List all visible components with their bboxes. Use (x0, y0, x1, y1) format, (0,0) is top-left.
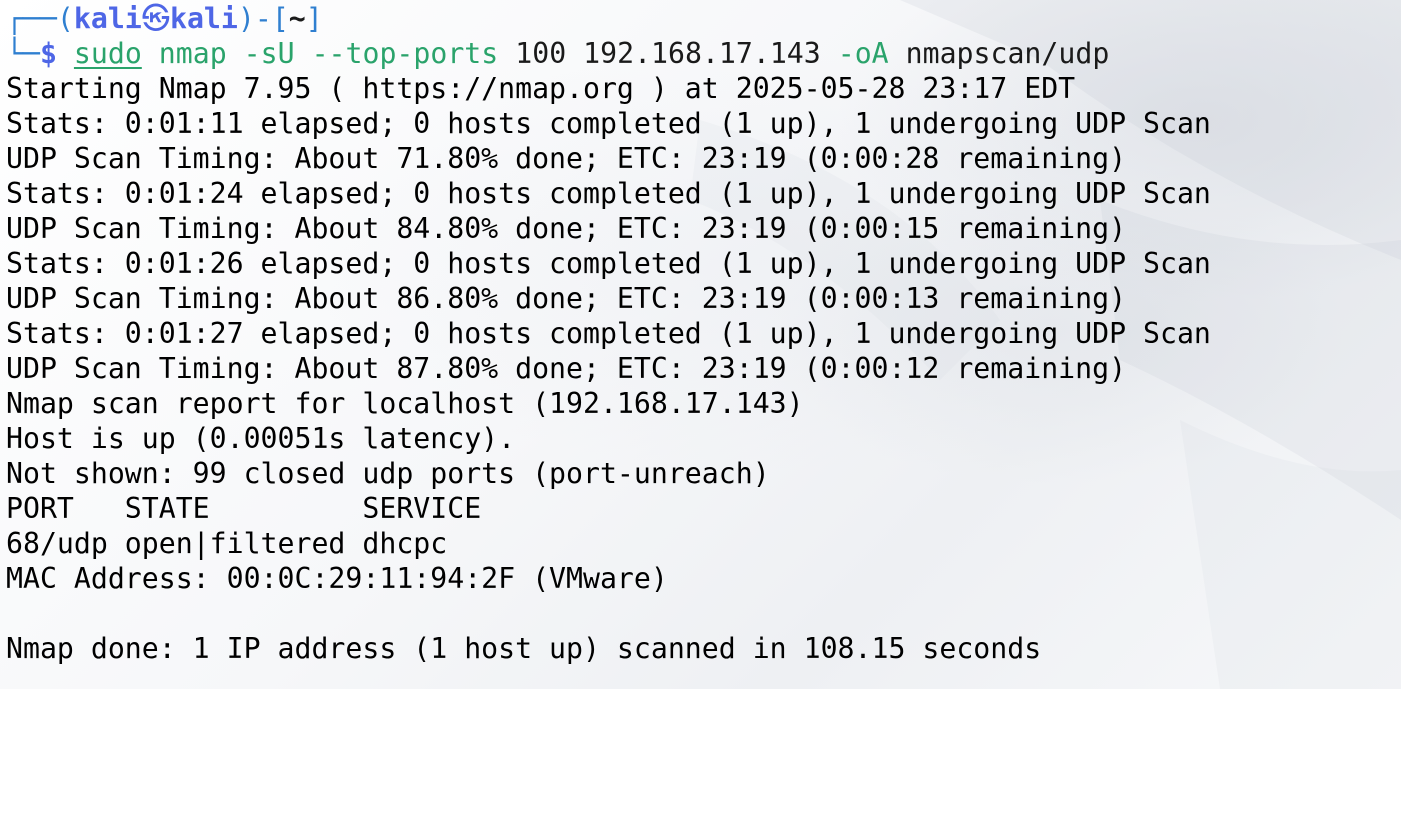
output-line: Nmap scan report for localhost (192.168.… (6, 387, 804, 420)
output-line: Not shown: 99 closed udp ports (port-unr… (6, 457, 770, 490)
output-line: Stats: 0:01:24 elapsed; 0 hosts complete… (6, 177, 1211, 210)
cmd-arg-count: 100 (515, 37, 567, 70)
output-line: Stats: 0:01:26 elapsed; 0 hosts complete… (6, 247, 1211, 280)
prompt-line-command[interactable]: └─$ sudo nmap -sU --top-ports 100 192.16… (6, 36, 1109, 71)
output-line: Stats: 0:01:11 elapsed; 0 hosts complete… (6, 107, 1211, 140)
output-line: UDP Scan Timing: About 87.80% done; ETC:… (6, 352, 1127, 385)
cmd-sudo: sudo (73, 37, 142, 70)
terminal-output: ┌──(kali㉿kali)-[~] └─$ sudo nmap -sU --t… (0, 0, 1401, 840)
output-line: UDP Scan Timing: About 86.80% done; ETC:… (6, 282, 1127, 315)
prompt-close-bracket: )-[ (237, 2, 289, 35)
output-line: Stats: 0:01:27 elapsed; 0 hosts complete… (6, 317, 1211, 350)
cmd-nmap: nmap (158, 37, 227, 70)
output-line: Starting Nmap 7.95 ( https://nmap.org ) … (6, 72, 1076, 105)
cmd-arg-out: nmapscan/udp (905, 37, 1110, 70)
prompt-corner-bottom: └─ (6, 37, 40, 70)
prompt-dir: ~ (288, 2, 306, 35)
output-line: MAC Address: 00:0C:29:11:94:2F (VMware) (6, 562, 668, 595)
table-row: 68/udp open|filtered dhcpc (6, 527, 448, 560)
skull-icon: ㉿ (141, 2, 170, 35)
output-line: Nmap done: 1 IP address (1 host up) scan… (6, 632, 1042, 665)
prompt-dollar: $ (39, 37, 57, 70)
cmd-flag-oa: -oA (837, 37, 889, 70)
prompt-corner-top: ┌──( (6, 2, 74, 35)
cmd-flag-su: -sU (243, 37, 295, 70)
output-line: UDP Scan Timing: About 84.80% done; ETC:… (6, 212, 1127, 245)
prompt-line-top: ┌──(kali㉿kali)-[~] (6, 1, 323, 36)
table-header: PORT STATE SERVICE (6, 492, 482, 525)
prompt-user: kali (73, 2, 142, 35)
output-line: Host is up (0.00051s latency). (6, 422, 516, 455)
output-line: UDP Scan Timing: About 71.80% done; ETC:… (6, 142, 1127, 175)
cmd-arg-ip: 192.168.17.143 (583, 37, 821, 70)
prompt-end-bracket: ] (305, 2, 323, 35)
prompt-host: kali (169, 2, 238, 35)
cmd-flag-top-ports: --top-ports (311, 37, 499, 70)
